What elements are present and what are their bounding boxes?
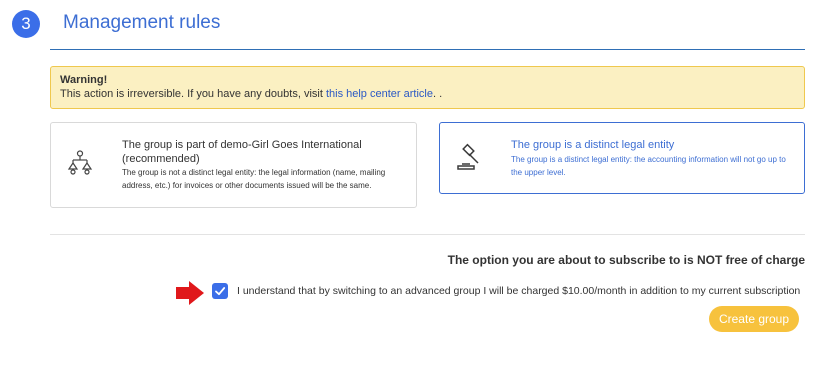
- section-title: Management rules: [63, 12, 221, 33]
- option-card-part-of-group[interactable]: The group is part of demo-Girl Goes Inte…: [50, 122, 417, 208]
- charge-notice-heading: The option you are about to subscribe to…: [447, 253, 805, 267]
- option-card-distinct-entity[interactable]: The group is a distinct legal entity The…: [439, 122, 805, 194]
- check-icon: [215, 287, 226, 296]
- title-divider: [50, 49, 805, 50]
- warning-message: This action is irreversible. If you have…: [60, 87, 795, 101]
- help-center-link[interactable]: this help center article: [326, 88, 433, 100]
- warning-alert: Warning! This action is irreversible. If…: [50, 66, 805, 109]
- warning-text: This action is irreversible. If you have…: [60, 88, 326, 100]
- consent-checkbox[interactable]: [212, 283, 228, 299]
- option-title: The group is a distinct legal entity: [511, 139, 675, 151]
- option-title: The group is part of demo-Girl Goes Inte…: [122, 139, 362, 165]
- option-description: The group is a distinct legal entity: th…: [511, 155, 786, 177]
- gavel-icon: [455, 143, 485, 178]
- warning-text-end: . .: [432, 88, 443, 100]
- step-number-badge: 3: [12, 10, 40, 38]
- consent-label: I understand that by switching to an adv…: [237, 285, 801, 297]
- option-description: The group is not a distinct legal entity…: [122, 168, 386, 190]
- org-chart-icon: [67, 150, 93, 181]
- section-divider: [50, 234, 805, 235]
- create-group-button[interactable]: Create group: [709, 306, 799, 332]
- warning-title: Warning!: [60, 74, 108, 86]
- red-arrow-icon: [175, 280, 205, 311]
